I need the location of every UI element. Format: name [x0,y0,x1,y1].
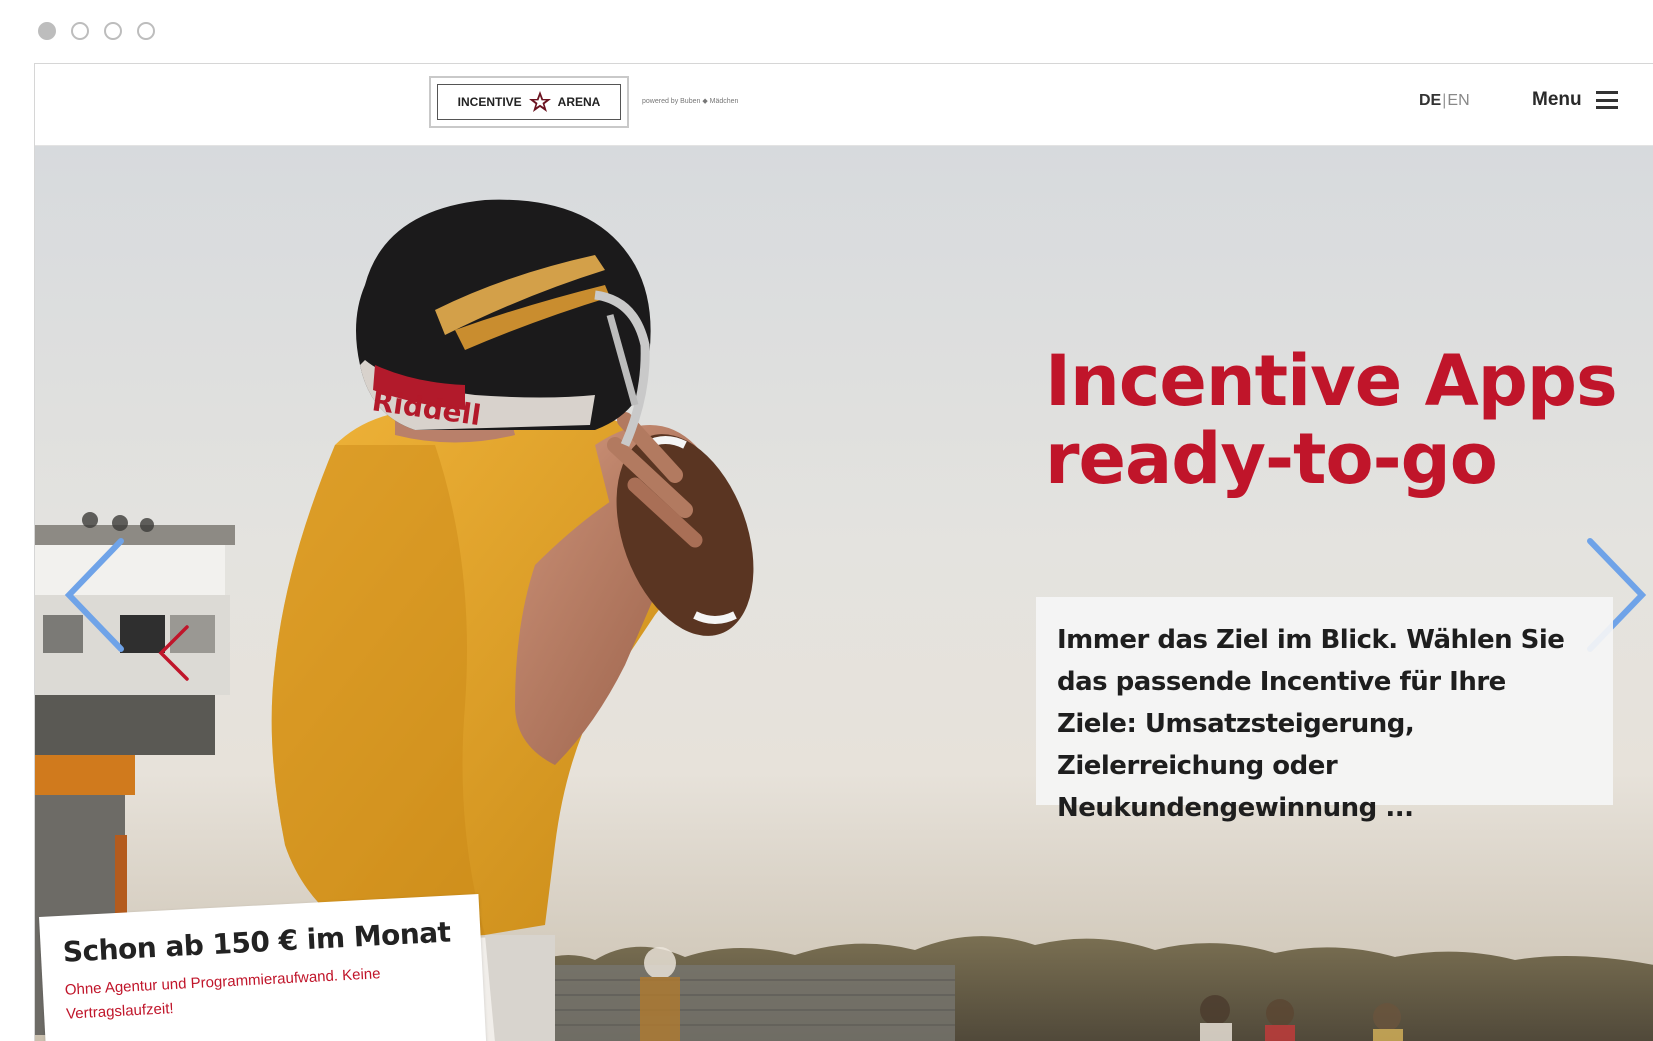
logo-text-left: INCENTIVE [457,95,522,109]
hero-slider: Riddell Incentive Apps ready-to-go Immer… [35,145,1653,1041]
window-dot-extra[interactable] [137,22,155,40]
hero-headline-line1: Incentive Apps [1045,340,1618,422]
site-logo[interactable]: INCENTIVE ARENA [429,76,629,128]
hero-subtext: Immer das Ziel im Blick. Wählen Sie das … [1057,625,1565,823]
lang-en[interactable]: EN [1447,92,1469,109]
hamburger-icon [1595,91,1618,109]
price-card[interactable]: Schon ab 150 € im Monat Ohne Agentur und… [39,893,487,1041]
lang-de[interactable]: DE [1419,92,1441,109]
powered-by-text: powered by Buben ◆ Mädchen [642,98,739,105]
chevron-left-icon[interactable] [59,535,129,655]
price-subtitle: Ohne Agentur und Programmieraufwand. Kei… [64,965,381,1023]
site-header: INCENTIVE ARENA powered by Buben ◆ Mädch… [35,64,1653,146]
hero-headline-line2: ready-to-go [1045,418,1498,500]
logo-text-right: ARENA [557,95,601,109]
window-controls [38,22,155,40]
menu-button[interactable]: Menu [1532,89,1618,111]
logo-frame: INCENTIVE ARENA [437,84,621,120]
window-dot-minimize[interactable] [71,22,89,40]
window-dot-maximize[interactable] [104,22,122,40]
lang-separator: | [1442,92,1447,109]
chevron-left-small-icon[interactable] [155,623,195,683]
language-switcher: DE|EN [1419,92,1470,110]
star-icon [528,91,551,112]
browser-viewport: INCENTIVE ARENA powered by Buben ◆ Mädch… [34,63,1653,1041]
hero-headline: Incentive Apps ready-to-go [1045,342,1645,498]
hero-subtext-box: Immer das Ziel im Blick. Wählen Sie das … [1036,597,1613,823]
window-dot-close[interactable] [38,22,56,40]
menu-label: Menu [1532,89,1582,110]
